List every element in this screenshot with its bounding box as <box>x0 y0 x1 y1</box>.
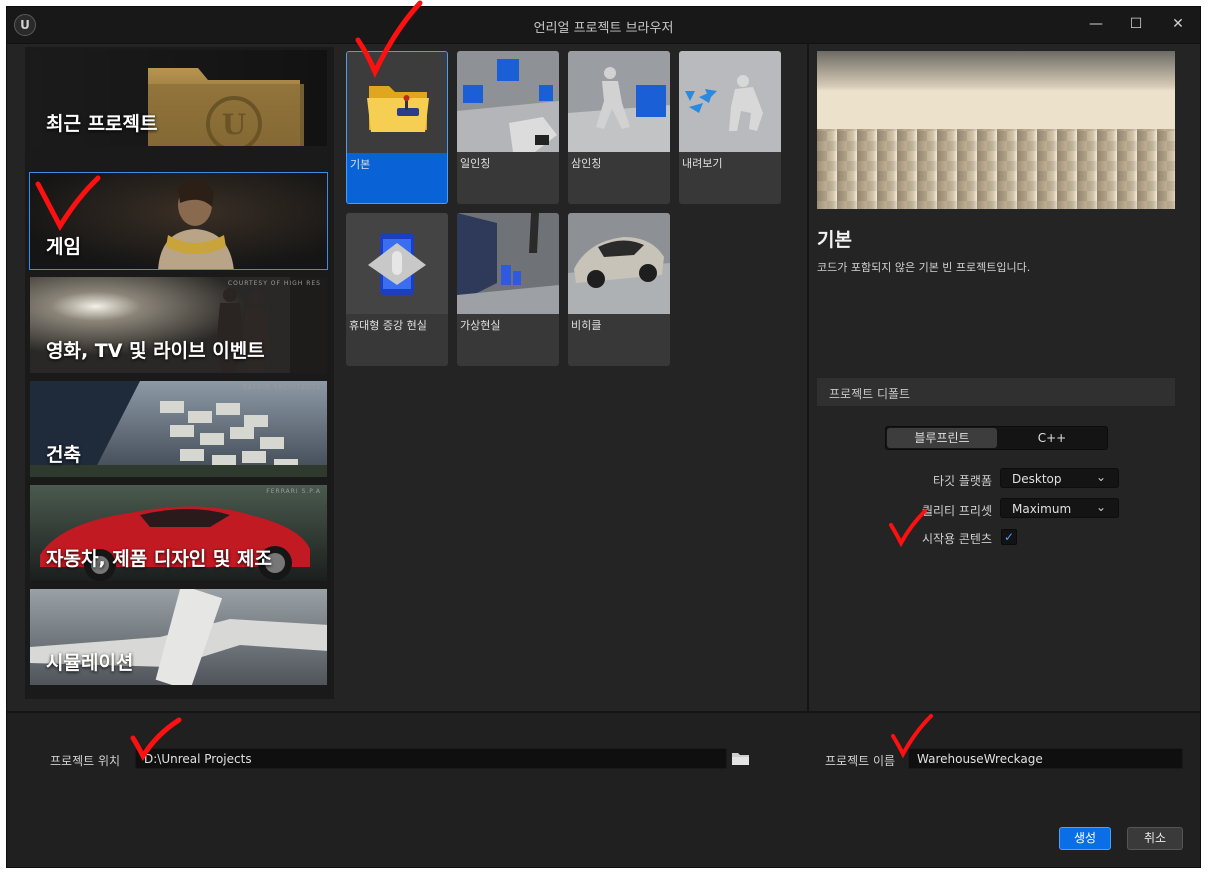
browse-folder-icon[interactable] <box>732 752 749 765</box>
project-defaults-header[interactable]: 프로젝트 디폴트 <box>817 378 1175 406</box>
quality-preset-dropdown[interactable]: Maximum ⌄ <box>1000 498 1119 518</box>
bottom-bar <box>7 711 1200 867</box>
vehicle-icon <box>568 213 670 314</box>
project-location-value: D:\Unreal Projects <box>144 752 252 766</box>
template-preview-image <box>817 51 1175 209</box>
chevron-down-icon: ⌄ <box>1095 470 1106 484</box>
project-defaults-label: 프로젝트 디폴트 <box>829 387 911 401</box>
quality-preset-value: Maximum <box>1012 502 1072 516</box>
template-third-person[interactable]: 삼인칭 <box>568 51 670 204</box>
target-platform-label: 타깃 플랫폼 <box>932 474 992 488</box>
target-platform-value: Desktop <box>1012 472 1062 486</box>
project-location-label: 프로젝트 위치 <box>50 754 121 768</box>
project-name-input[interactable]: WarehouseWreckage <box>908 748 1183 769</box>
category-label: 게임 <box>46 236 81 258</box>
blueprint-option[interactable]: 블루프린트 <box>887 428 997 448</box>
close-button[interactable]: ✕ <box>1163 13 1193 35</box>
category-recent-projects[interactable]: U 최근 프로젝트 <box>29 49 328 147</box>
category-automotive[interactable]: FERRARI S.P.A 자동차, 제품 디자인 및 제조 <box>29 484 328 582</box>
target-platform-dropdown[interactable]: Desktop ⌄ <box>1000 468 1119 488</box>
project-name-label: 프로젝트 이름 <box>825 754 896 768</box>
window-title: 언리얼 프로젝트 브라우저 <box>533 21 674 36</box>
starter-content-checkbox[interactable]: ✓ <box>1001 529 1017 545</box>
image-credit: COURTESY OF HIGH RES <box>227 280 321 287</box>
top-down-icon <box>679 51 781 152</box>
vr-icon <box>457 213 559 314</box>
template-description: 코드가 포함되지 않은 기본 빈 프로젝트입니다. <box>817 261 1031 274</box>
template-label: 비히클 <box>571 319 602 332</box>
template-label: 기본 <box>350 158 371 171</box>
panel-divider <box>807 43 809 711</box>
title-bar: U 언리얼 프로젝트 브라우저 — ☐ ✕ <box>7 7 1200 43</box>
minimize-button[interactable]: — <box>1081 13 1111 35</box>
create-button[interactable]: 생성 <box>1059 827 1111 850</box>
svg-text:U: U <box>222 108 246 141</box>
category-label: 시뮬레이션 <box>46 652 134 674</box>
title-separator <box>7 43 1200 44</box>
category-film-tv-live[interactable]: COURTESY OF HIGH RES 영화, TV 및 라이브 이벤트 <box>29 276 328 374</box>
first-person-icon <box>457 51 559 152</box>
third-person-icon <box>568 51 670 152</box>
category-architecture[interactable]: SAFDIE ARCHITECTS 건축 <box>29 380 328 478</box>
template-handheld-ar[interactable]: 휴대형 증강 현실 <box>346 213 448 366</box>
maximize-button[interactable]: ☐ <box>1121 13 1151 35</box>
template-blank[interactable]: 기본 <box>346 51 448 204</box>
template-label: 휴대형 증강 현실 <box>349 319 427 332</box>
template-vehicle[interactable]: 비히클 <box>568 213 670 366</box>
template-label: 삼인칭 <box>571 157 602 170</box>
chevron-down-icon: ⌄ <box>1095 500 1106 514</box>
category-label: 건축 <box>46 444 81 466</box>
cancel-button[interactable]: 취소 <box>1127 827 1183 850</box>
category-label: 영화, TV 및 라이브 이벤트 <box>46 340 265 362</box>
folder-icon <box>347 52 447 153</box>
category-label: 자동차, 제품 디자인 및 제조 <box>46 548 272 570</box>
template-label: 일인칭 <box>460 157 491 170</box>
template-label: 가상현실 <box>460 319 501 332</box>
template-title: 기본 <box>817 229 852 251</box>
image-credit: FERRARI S.P.A <box>266 488 321 495</box>
image-credit: SAFDIE ARCHITECTS <box>242 384 321 391</box>
handheld-ar-icon <box>346 213 448 314</box>
category-games[interactable]: 게임 <box>29 172 328 270</box>
category-simulation[interactable]: 시뮬레이션 <box>29 588 328 686</box>
starter-content-label: 시작용 콘텐츠 <box>921 532 992 546</box>
project-browser-window: U 언리얼 프로젝트 브라우저 — ☐ ✕ U 최근 프로젝트 게임 COURT… <box>6 6 1201 868</box>
template-label: 내려보기 <box>682 157 723 170</box>
category-label: 최근 프로젝트 <box>46 113 158 135</box>
check-icon: ✓ <box>1003 530 1015 544</box>
cpp-option[interactable]: C++ <box>997 428 1107 448</box>
language-toggle: 블루프린트 C++ <box>885 426 1108 450</box>
quality-preset-label: 퀄리티 프리셋 <box>921 504 992 518</box>
project-name-value: WarehouseWreckage <box>917 752 1043 766</box>
category-panel: U 최근 프로젝트 게임 COURTESY OF HIGH RES 영화, TV… <box>25 47 334 699</box>
template-top-down[interactable]: 내려보기 <box>679 51 781 204</box>
project-location-input[interactable]: D:\Unreal Projects <box>135 748 727 769</box>
template-first-person[interactable]: 일인칭 <box>457 51 559 204</box>
template-vr[interactable]: 가상현실 <box>457 213 559 366</box>
